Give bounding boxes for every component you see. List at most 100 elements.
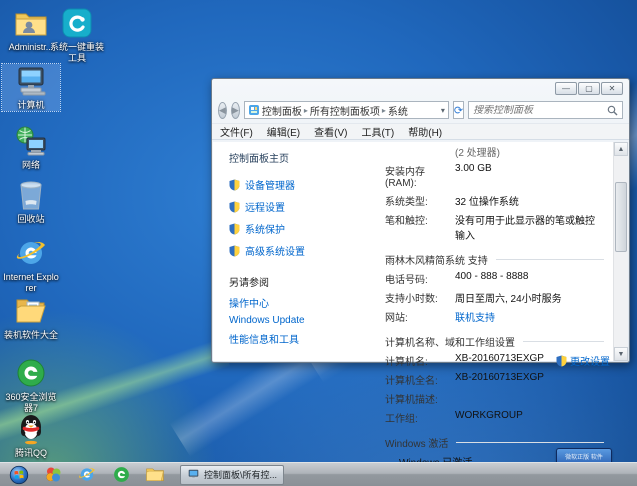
- window-content: 控制面板主页 设备管理器 远程设置 系统保护 高级系统设置: [213, 142, 628, 361]
- sidebar-item-system-protection[interactable]: 系统保护: [229, 221, 359, 236]
- search-icon: [607, 105, 618, 116]
- taskbar-explorer-button[interactable]: [140, 464, 170, 486]
- taskbar: 控制面板\所有控...: [0, 462, 637, 486]
- sidebar-item-device-manager[interactable]: 设备管理器: [229, 177, 359, 192]
- support-section-header: 雨林木风精简系统 支持: [385, 252, 604, 267]
- minimize-button[interactable]: —: [555, 82, 577, 95]
- support-row-website: 网站: 联机支持: [385, 309, 604, 324]
- uac-shield-icon: [556, 355, 567, 367]
- online-support-link[interactable]: 联机支持: [455, 309, 495, 324]
- close-icon: ✕: [609, 85, 616, 93]
- desktop-icon-label: 装机软件大全: [2, 330, 60, 341]
- uac-shield-icon: [229, 245, 240, 257]
- row-label: 笔和触控:: [385, 212, 455, 242]
- taskbar-internet-explorer-button[interactable]: [72, 464, 102, 486]
- desktop-icon-label: 计算机: [2, 100, 60, 111]
- refresh-button[interactable]: ⟳: [453, 101, 464, 119]
- sidebar-item-advanced-system-settings[interactable]: 高级系统设置: [229, 243, 359, 258]
- menu-edit[interactable]: 编辑(E): [267, 124, 300, 139]
- reinstall-tool-icon: [48, 6, 106, 40]
- recycle-bin-icon: [2, 178, 60, 212]
- change-settings-link[interactable]: 更改设置: [556, 353, 610, 368]
- internet-explorer-icon: [78, 466, 96, 483]
- scroll-down-icon[interactable]: ▼: [614, 347, 628, 361]
- sidebar-item-label: 系统保护: [245, 221, 285, 236]
- see-also-section: 另请参阅 操作中心 Windows Update 性能信息和工具: [229, 274, 305, 351]
- scrollbar-thumb[interactable]: [615, 182, 627, 252]
- row-label: 安装内存(RAM):: [385, 163, 455, 189]
- desktop-icon-recycle-bin[interactable]: 回收站: [2, 178, 60, 225]
- computer-description-row: 计算机描述:: [385, 391, 604, 406]
- breadcrumb-dropdown-icon[interactable]: ▾: [441, 106, 445, 115]
- menu-help[interactable]: 帮助(H): [408, 124, 442, 139]
- row-value: XB-20160713EXGP: [455, 353, 544, 368]
- search-input[interactable]: [473, 105, 607, 116]
- change-settings-label: 更改设置: [570, 353, 610, 368]
- menu-tools[interactable]: 工具(T): [361, 124, 394, 139]
- taskbar-360-browser-button[interactable]: [106, 464, 136, 486]
- open-folder-icon: [2, 294, 60, 328]
- menu-bar: 文件(F) 编辑(E) 查看(V) 工具(T) 帮助(H): [212, 123, 629, 140]
- desktop-icon-internet-explorer[interactable]: Internet Explorer: [2, 236, 60, 294]
- qq-penguin-icon: [2, 412, 60, 446]
- computer-name-row: 计算机名: XB-20160713EXGP 更改设置: [385, 353, 604, 368]
- desktop-icon-reinstall-tool[interactable]: 系统一键重装工具: [48, 6, 106, 64]
- desktop-icon-software-folder[interactable]: 装机软件大全: [2, 294, 60, 341]
- desktop-icon-computer[interactable]: 计算机: [2, 64, 60, 111]
- sidebar-control-panel-home[interactable]: 控制面板主页: [229, 150, 359, 165]
- close-button[interactable]: ✕: [601, 82, 623, 95]
- search-box[interactable]: [468, 101, 623, 119]
- taskbar-active-window-button[interactable]: 控制面板\所有控...: [180, 465, 284, 485]
- breadcrumb-segment[interactable]: 控制面板: [262, 103, 302, 118]
- row-label: 计算机名:: [385, 353, 455, 368]
- menu-view[interactable]: 查看(V): [314, 124, 347, 139]
- desktop-icon-qq[interactable]: 腾讯QQ: [2, 412, 60, 459]
- maximize-icon: ▢: [585, 85, 593, 93]
- desktop-icon-label: Internet Explorer: [2, 272, 60, 294]
- desktop-icon-360-browser[interactable]: 360安全浏览器7: [2, 356, 60, 414]
- info-row-pen-touch: 笔和触控: 没有可用于此显示器的笔或触控输入: [385, 212, 604, 242]
- sidebar-item-action-center[interactable]: 操作中心: [229, 295, 305, 310]
- row-value: 没有可用于此显示器的笔或触控输入: [455, 212, 604, 242]
- sidebar-item-windows-update[interactable]: Windows Update: [229, 315, 305, 326]
- info-row-ram: 安装内存(RAM): 3.00 GB: [385, 163, 604, 189]
- workgroup-row: 工作组: WORKGROUP: [385, 410, 604, 425]
- sidebar-item-performance-tools[interactable]: 性能信息和工具: [229, 331, 305, 346]
- row-value: 32 位操作系统: [455, 193, 519, 208]
- desktop-icon-network[interactable]: 网络: [2, 124, 60, 171]
- folder-icon: [146, 467, 164, 482]
- uac-shield-icon: [229, 223, 240, 235]
- vertical-scrollbar[interactable]: ▲ ▼: [613, 142, 628, 361]
- desktop-icon-label: 回收站: [2, 214, 60, 225]
- row-value: 周日至周六, 24小时服务: [455, 290, 562, 305]
- see-also-header: 另请参阅: [229, 274, 305, 289]
- sidebar-item-remote-settings[interactable]: 远程设置: [229, 199, 359, 214]
- scroll-up-icon[interactable]: ▲: [614, 142, 628, 156]
- row-label: 网站:: [385, 309, 455, 324]
- back-button[interactable]: ◀: [218, 102, 227, 119]
- forward-button[interactable]: ▶: [231, 102, 240, 119]
- desktop-icon-label: 腾讯QQ: [2, 448, 60, 459]
- minimize-icon: —: [562, 85, 570, 93]
- breadcrumb-arrow-icon: ▸: [304, 106, 308, 115]
- taskbar-pinwheel-app-button[interactable]: [38, 464, 68, 486]
- breadcrumb-segment[interactable]: 所有控制面板项: [310, 103, 380, 118]
- breadcrumb-segment[interactable]: 系统: [388, 103, 408, 118]
- menu-file[interactable]: 文件(F): [220, 124, 253, 139]
- start-button[interactable]: [4, 464, 34, 486]
- row-label: 系统类型:: [385, 193, 455, 208]
- row-value: XB-20160713EXGP: [455, 372, 544, 387]
- network-icon: [2, 124, 60, 158]
- system-properties-window: — ▢ ✕ ◀ ▶ 控制面板 ▸ 所有控制面板项 ▸ 系统 ▾ ⟳: [211, 78, 630, 363]
- breadcrumb-arrow-icon: ▸: [382, 106, 386, 115]
- maximize-button[interactable]: ▢: [578, 82, 600, 95]
- row-label: 支持小时数:: [385, 290, 455, 305]
- window-titlebar[interactable]: — ▢ ✕: [212, 79, 629, 97]
- row-value: 400 - 888 - 8888: [455, 271, 528, 286]
- navigation-bar: ◀ ▶ 控制面板 ▸ 所有控制面板项 ▸ 系统 ▾ ⟳: [212, 97, 629, 123]
- breadcrumb[interactable]: 控制面板 ▸ 所有控制面板项 ▸ 系统 ▾: [244, 101, 449, 119]
- windows-start-orb-icon: [9, 465, 29, 485]
- processor-partial-text: (2 处理器): [455, 144, 604, 159]
- row-label: 计算机全名:: [385, 372, 455, 387]
- desktop: Administr... 系统一键重装工具 计算机 网络 回收站 Interne…: [0, 0, 637, 486]
